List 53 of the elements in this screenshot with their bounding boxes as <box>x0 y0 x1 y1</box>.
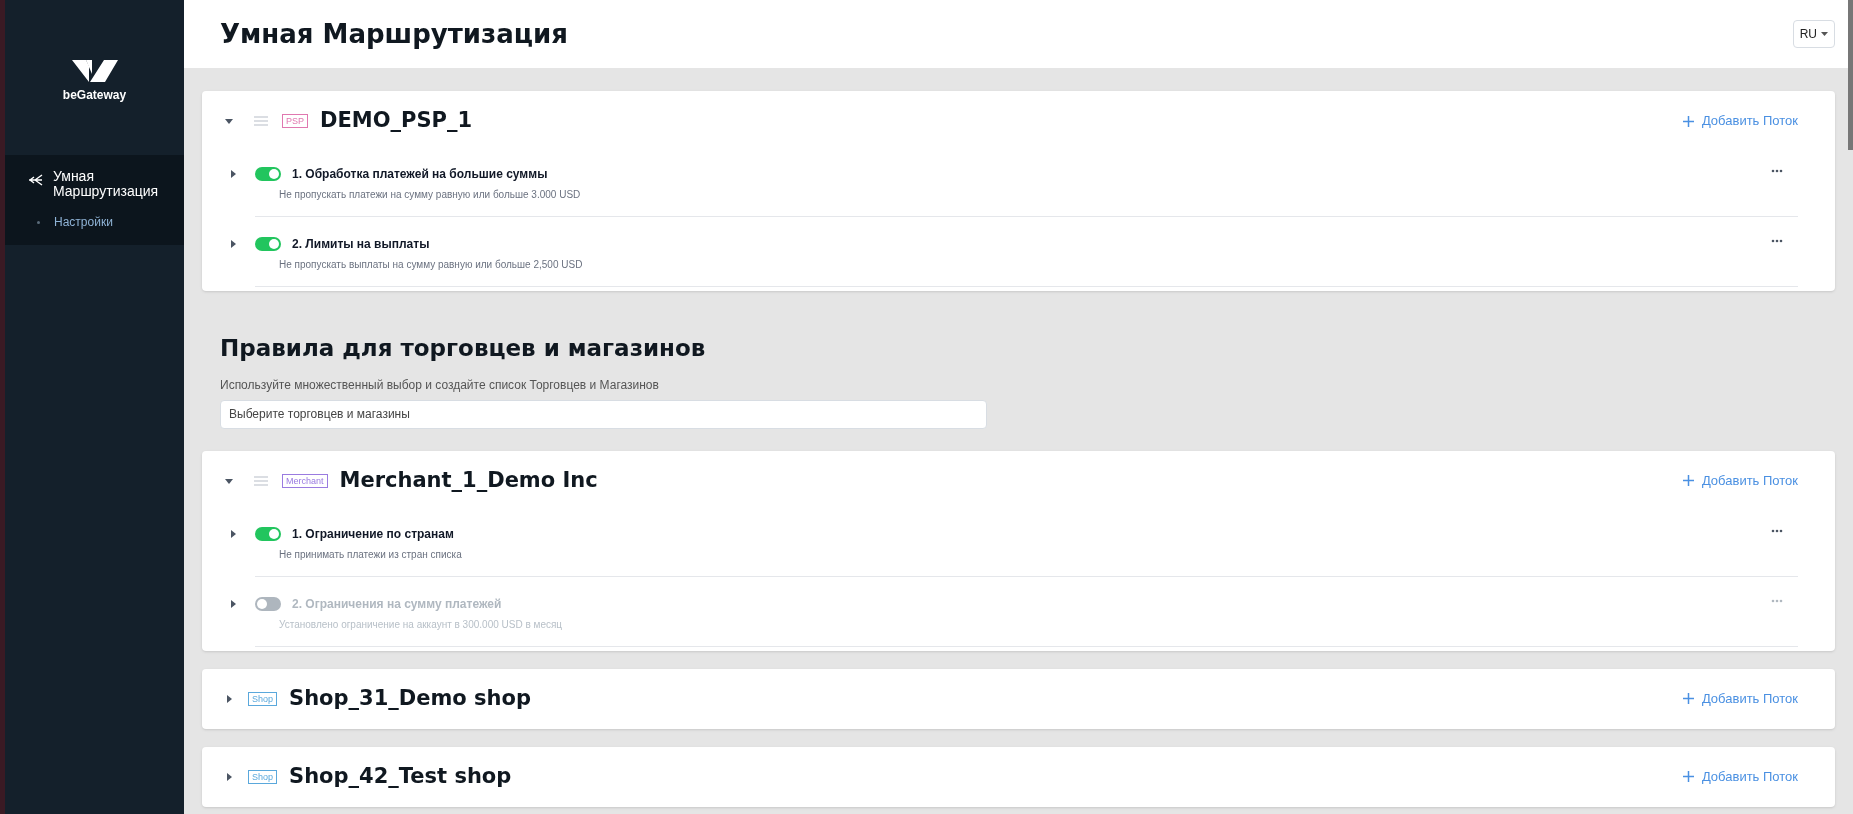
toggle-switch[interactable] <box>255 167 281 181</box>
toggle-switch[interactable] <box>255 526 281 541</box>
language-select[interactable]: RU <box>1792 20 1835 48</box>
more-icon[interactable] <box>1771 239 1783 243</box>
toggle-switch[interactable] <box>255 596 281 611</box>
more-icon[interactable] <box>1771 528 1783 533</box>
plus-icon <box>1682 115 1694 127</box>
rule-description: Не принимать платежи из стран списка <box>279 547 462 562</box>
rule-title: 1. Ограничение по странам <box>292 525 454 543</box>
group-title: Shop_42_Test shop <box>289 762 512 790</box>
drag-handle-icon[interactable] <box>254 116 268 126</box>
group-title: DEMO_PSP_1 <box>320 107 473 135</box>
caret-icon[interactable] <box>224 693 234 704</box>
caret-icon[interactable] <box>228 239 238 249</box>
plus-icon <box>1682 475 1694 486</box>
merchant-select-field[interactable]: Выберите торговцев и магазины <box>220 399 987 429</box>
caret-icon[interactable] <box>228 598 238 609</box>
section-title: Правила для торговцев и магазинов <box>220 334 707 363</box>
bullet-icon <box>37 220 40 224</box>
rule-title: 2. Лимиты на выплаты <box>292 236 430 253</box>
plus-icon <box>1682 771 1694 782</box>
add-flow-button[interactable]: Добавить Поток <box>1682 111 1798 131</box>
rule-title: 1. Обработка платежей на большие суммы <box>292 166 548 183</box>
add-flow-button[interactable]: Добавить Поток <box>1682 766 1798 787</box>
add-flow-button[interactable]: Добавить Поток <box>1682 688 1798 709</box>
logo-icon <box>71 60 118 82</box>
nav-subitem[interactable]: Настройки <box>54 213 113 231</box>
rule-title: 2. Ограничения на сумму платежей <box>292 595 502 613</box>
type-tag: Shop <box>248 691 278 706</box>
caret-icon[interactable] <box>228 169 238 179</box>
scrollbar[interactable] <box>1848 0 1853 150</box>
type-tag: Merchant <box>282 473 328 488</box>
plus-icon <box>1682 693 1694 704</box>
type-tag: PSP <box>282 114 308 128</box>
rule-description: Не пропускать платежи на сумму равную или больше 3.000 USD <box>279 188 581 202</box>
toggle-switch[interactable] <box>255 237 281 251</box>
rule-description: Установлено ограничение на аккаунт в 300.000 USD в месяц <box>279 617 563 632</box>
group-title: Merchant_1_Demo Inc <box>339 466 598 494</box>
more-icon[interactable] <box>1771 169 1783 173</box>
add-flow-button[interactable]: Добавить Поток <box>1682 470 1798 491</box>
caret-icon <box>1821 32 1828 36</box>
rule-description: Не пропускать выплаты на сумму равную или больше 2,500 USD <box>279 258 583 272</box>
drag-handle-icon[interactable] <box>254 475 268 486</box>
caret-icon[interactable] <box>224 116 234 126</box>
page-title: Умная Маршрутизация <box>220 17 568 51</box>
type-tag: Shop <box>248 769 278 784</box>
nav-item[interactable]: Умная Маршрутизация <box>5 169 184 199</box>
split-arrow-icon <box>29 174 43 186</box>
caret-icon[interactable] <box>224 771 234 782</box>
section-description: Используйте множественный выбор и создайте список Торговцев и Магазинов <box>220 376 660 394</box>
group-title: Shop_31_Demo shop <box>289 684 531 712</box>
caret-icon[interactable] <box>228 528 238 539</box>
logo-text: beGateway <box>62 87 127 104</box>
